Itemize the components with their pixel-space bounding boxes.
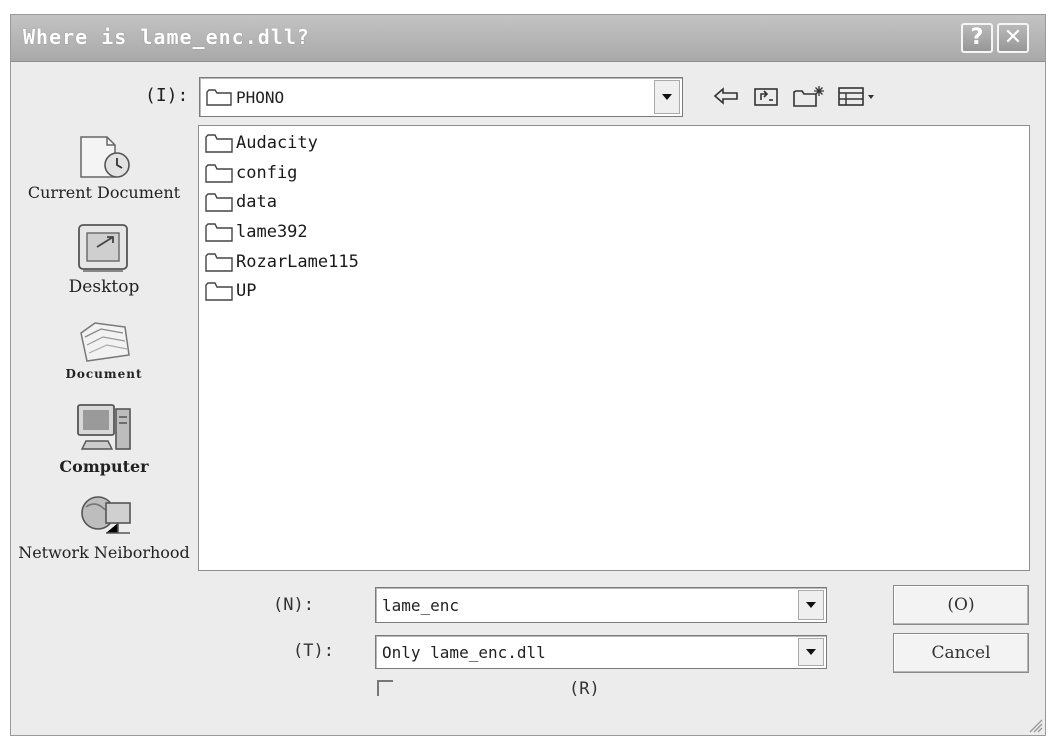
view-menu-icon [838,87,874,106]
close-icon: ✕ [1003,25,1023,50]
dialog-title: Where is lame_enc.dll? [23,25,310,49]
read-only-label: (R) [569,679,600,699]
look-in-dropdown[interactable]: PHONO [199,77,683,117]
look-in-value: PHONO [236,87,285,107]
places-bar: Current Document Desktop Document Comput… [11,125,197,571]
chevron-down-icon [806,649,816,655]
list-item[interactable]: data [205,189,277,215]
up-folder-icon [754,88,778,106]
look-in-label: (I): [145,85,189,106]
place-label-document: Document [65,367,143,381]
file-name-dropdown-button[interactable] [798,590,824,620]
file-name: UP [236,281,257,301]
folder-icon [205,134,233,153]
place-label-current-document: Current Document [27,183,181,202]
place-label-network: Network Neiborhood [18,543,190,562]
place-network[interactable]: Network Neiborhood [11,491,197,562]
cancel-button[interactable]: Cancel [893,633,1029,673]
look-in-dropdown-button[interactable] [654,80,680,114]
cancel-button-label: Cancel [931,643,991,663]
recent-documents-icon [80,136,130,178]
open-button[interactable]: (O) [893,585,1029,625]
resize-grip-icon[interactable] [1025,715,1043,733]
folder-icon [205,164,233,183]
read-only-checkbox[interactable] [377,680,393,696]
view-menu-button[interactable] [837,81,877,111]
network-icon [81,496,131,534]
file-name-value: lame_enc [382,595,460,615]
folder-icon [205,223,233,242]
chevron-down-icon [662,94,672,100]
folder-icon [206,89,232,106]
file-name-label: (N): [273,595,314,615]
list-item[interactable]: RozarLame115 [205,249,359,275]
file-type-value: Only lame_enc.dll [382,642,546,662]
close-button[interactable]: ✕ [997,23,1029,53]
place-label-computer: Computer [59,457,149,476]
computer-icon [77,404,131,450]
open-file-dialog: Where is lame_enc.dll? ? ✕ (I): PHONO Cu… [10,14,1046,736]
folder-icon [205,253,233,272]
folder-icon [205,193,233,212]
title-bar[interactable]: Where is lame_enc.dll? ? ✕ [11,15,1045,62]
file-type-label: (T): [293,641,334,661]
back-button[interactable] [711,81,741,111]
new-folder-icon [793,86,824,107]
place-document[interactable]: Document [11,315,197,381]
list-item[interactable]: UP [205,278,256,304]
back-arrow-icon [713,87,738,105]
place-computer[interactable]: Computer [11,401,197,476]
place-label-desktop: Desktop [68,277,140,297]
help-button[interactable]: ? [961,23,993,53]
folder-icon [205,282,233,301]
file-name-input[interactable]: lame_enc [375,587,827,623]
file-type-dropdown-button[interactable] [798,638,824,666]
look-in-value-wrap: PHONO [206,78,284,116]
file-type-dropdown[interactable]: Only lame_enc.dll [375,635,827,669]
place-desktop[interactable]: Desktop [11,221,197,297]
file-name: Audacity [236,133,318,153]
file-name: config [236,163,298,183]
file-name: lame392 [236,222,308,242]
up-folder-button[interactable] [751,81,781,111]
file-list[interactable]: Audacity config data lame392 RozarLame11… [198,125,1030,571]
place-current-document[interactable]: Current Document [11,131,197,202]
my-documents-icon [80,322,130,362]
chevron-down-icon [806,602,816,608]
list-item[interactable]: Audacity [205,130,318,156]
list-item[interactable]: lame392 [205,219,308,245]
list-item[interactable]: config [205,160,297,186]
file-name: data [236,192,277,212]
new-folder-button[interactable] [791,81,827,111]
file-name: RozarLame115 [236,252,359,272]
open-button-label: (O) [947,595,975,615]
desktop-icon [78,224,128,272]
help-icon: ? [970,25,984,50]
